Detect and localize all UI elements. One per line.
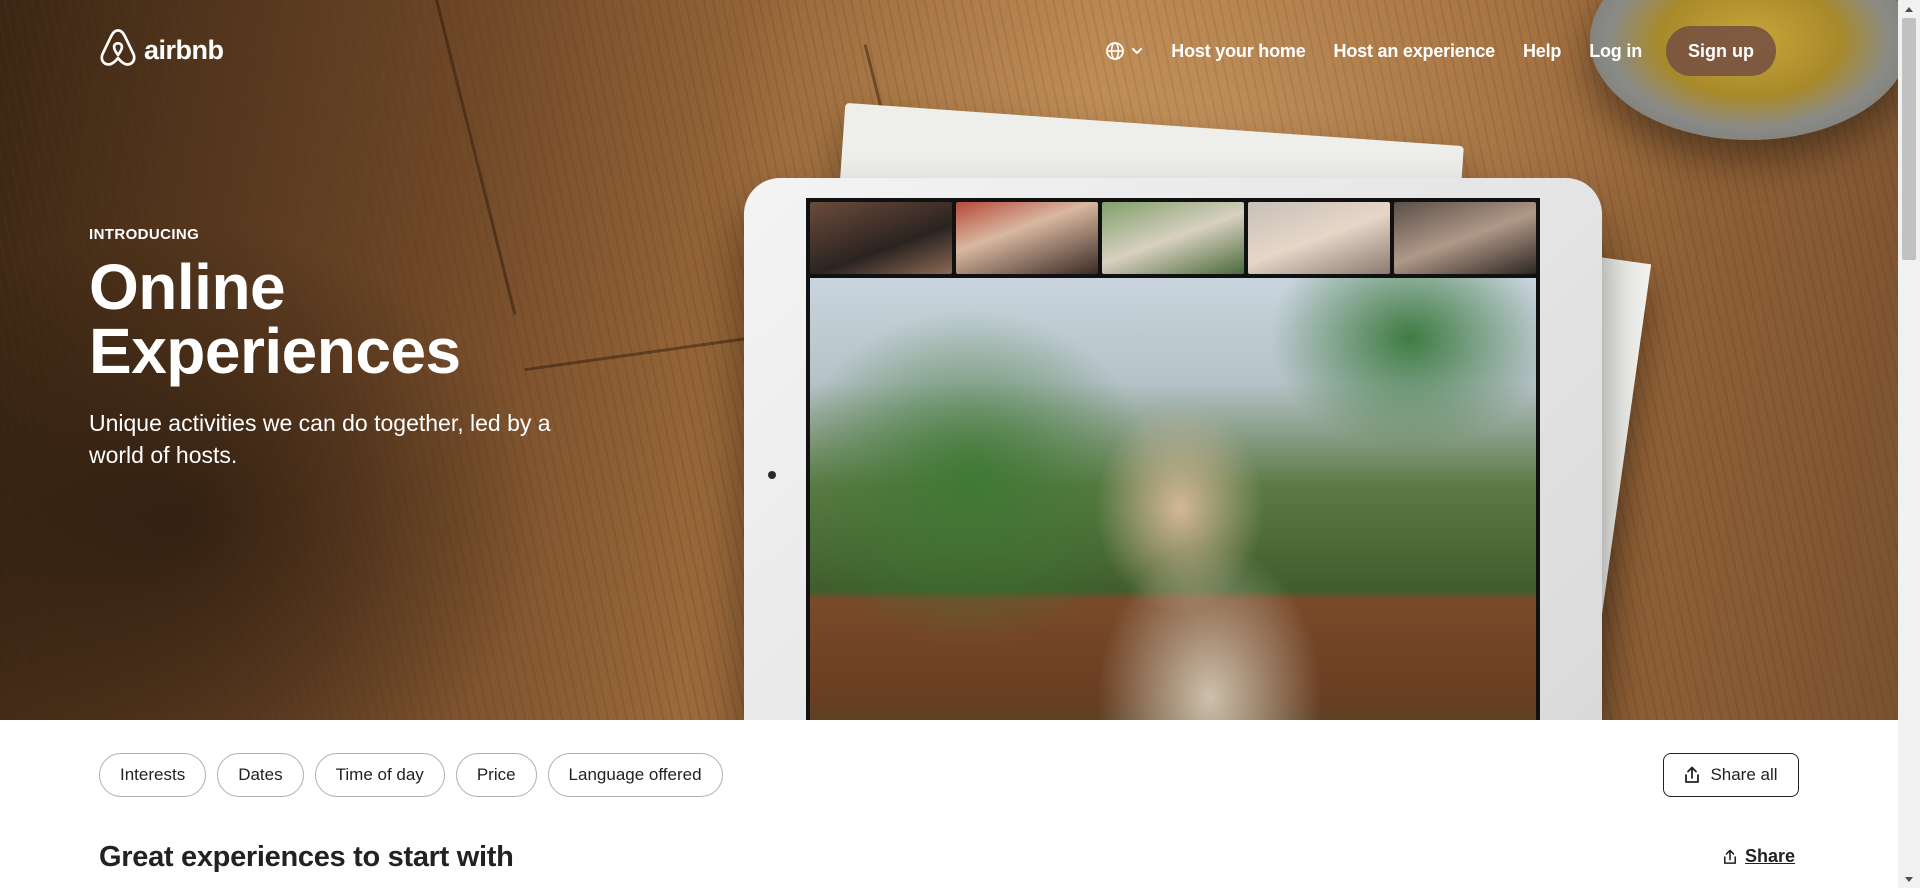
share-all-button[interactable]: Share all	[1663, 753, 1799, 797]
help-link[interactable]: Help	[1523, 41, 1561, 62]
scrollbar-thumb[interactable]	[1902, 18, 1916, 260]
filter-dates[interactable]: Dates	[217, 753, 304, 797]
page-scrollbar[interactable]	[1898, 0, 1920, 888]
chevron-down-icon	[1132, 48, 1143, 54]
airbnb-belo-icon	[100, 29, 136, 66]
host-your-home-link[interactable]: Host your home	[1171, 41, 1305, 62]
scroll-down-icon	[1905, 876, 1913, 882]
filter-bar: Interests Dates Time of day Price Langua…	[99, 753, 723, 797]
share-icon	[1685, 766, 1700, 783]
host-an-experience-link[interactable]: Host an experience	[1334, 41, 1496, 62]
participant-thumbnail	[1248, 202, 1390, 274]
scroll-down-arrow[interactable]	[1898, 871, 1920, 888]
share-all-label: Share all	[1710, 765, 1778, 784]
scroll-up-icon	[1905, 6, 1913, 12]
globe-icon	[1106, 42, 1125, 60]
language-selector[interactable]	[1105, 41, 1143, 61]
hero-eyebrow: INTRODUCING	[89, 226, 200, 243]
section-share-link[interactable]: Share	[1723, 846, 1795, 867]
sign-up-button[interactable]: Sign up	[1666, 26, 1776, 76]
section-share-label: Share	[1745, 846, 1796, 866]
hero-tablet-image	[744, 178, 1602, 720]
participant-thumbnail	[810, 202, 952, 274]
logo-wordmark: airbnb	[144, 34, 224, 65]
log-in-link[interactable]: Log in	[1589, 41, 1642, 62]
hero-subtitle: Unique activities we can do together, le…	[89, 410, 551, 468]
filter-interests[interactable]: Interests	[99, 753, 207, 797]
top-header: airbnb Host your home Host an experience…	[0, 0, 1898, 100]
video-call-screen	[806, 198, 1540, 720]
share-icon	[1723, 849, 1737, 864]
hero-title: Online Experiences	[89, 251, 461, 387]
tablet-camera	[768, 471, 776, 479]
participant-thumbnail	[1394, 202, 1536, 274]
participant-thumbnail	[1102, 202, 1244, 274]
participant-thumbnail	[956, 202, 1098, 274]
airbnb-logo[interactable]: airbnb	[98, 28, 224, 72]
hero-copy: INTRODUCING Online Experiences Unique ac…	[89, 226, 559, 471]
scroll-up-arrow[interactable]	[1898, 0, 1920, 17]
hero-banner: INTRODUCING Online Experiences Unique ac…	[0, 0, 1898, 720]
host-video	[810, 278, 1536, 720]
filter-time-of-day[interactable]: Time of day	[314, 753, 445, 797]
section-title: Great experiences to start with	[99, 841, 514, 873]
filter-language-offered[interactable]: Language offered	[547, 753, 723, 797]
header-nav: Host your home Host an experience Help L…	[1105, 26, 1776, 76]
participant-thumbnails	[810, 202, 1536, 274]
filter-price[interactable]: Price	[455, 753, 537, 797]
